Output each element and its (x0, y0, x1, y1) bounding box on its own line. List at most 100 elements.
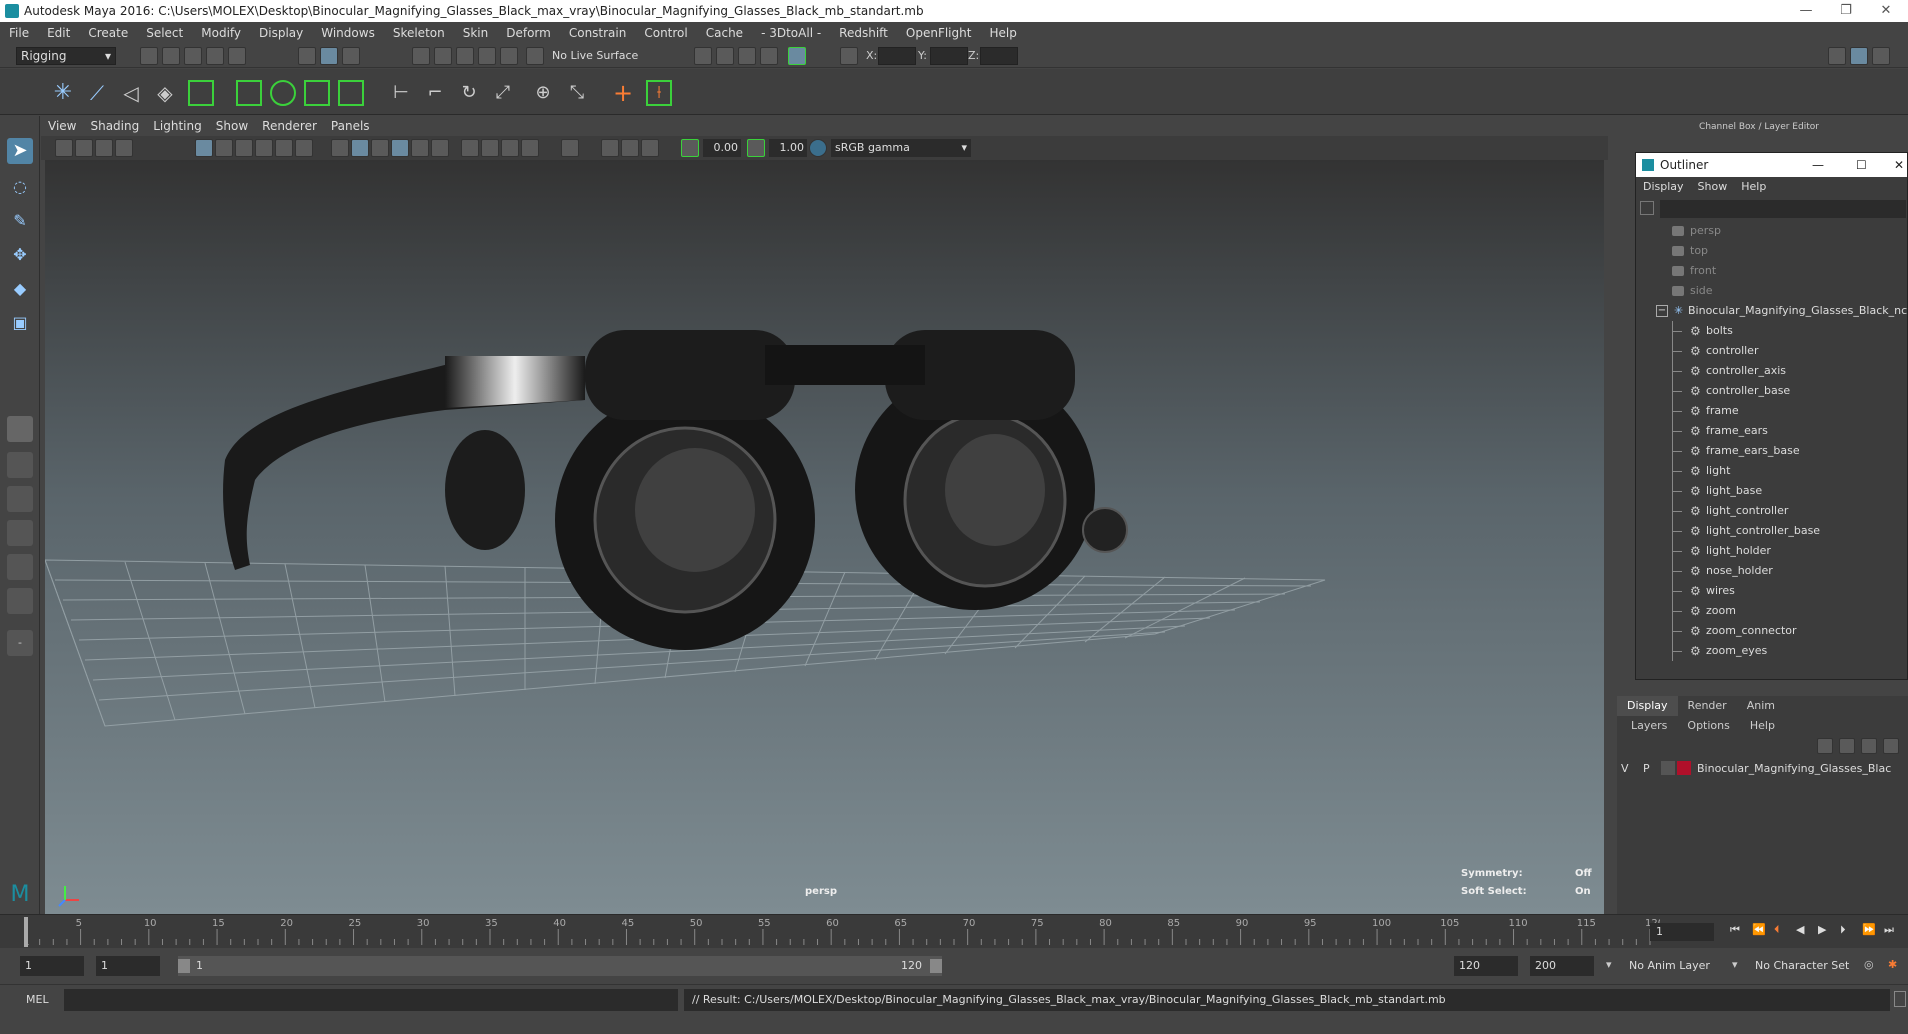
go-to-end-icon[interactable]: ⏭ (1884, 923, 1894, 937)
transform-mode-icon[interactable] (840, 47, 858, 65)
safe-action-icon[interactable] (295, 139, 313, 157)
outliner-item-zoom-connector[interactable]: ⚙ zoom_connector (1636, 621, 1907, 641)
menu-deform[interactable]: Deform (497, 22, 560, 44)
outliner-item-bolts[interactable]: ⚙ bolts (1636, 321, 1907, 341)
wire-deformer-icon[interactable] (338, 80, 364, 106)
menu-display[interactable]: Display (250, 22, 312, 44)
new-empty-layer-icon[interactable] (1861, 738, 1877, 754)
step-forward-icon[interactable]: ⏩ (1862, 923, 1876, 936)
ipr-render-icon[interactable] (738, 47, 756, 65)
outliner-item-controller[interactable]: ⚙ controller (1636, 341, 1907, 361)
outliner-item-light-controller-base[interactable]: ⚙ light_controller_base (1636, 521, 1907, 541)
use-all-lights-icon[interactable] (431, 139, 449, 157)
outliner-menu-help[interactable]: Help (1734, 177, 1773, 197)
viewport-menu-lighting[interactable]: Lighting (146, 116, 209, 136)
outliner-item-controller-axis[interactable]: ⚙ controller_axis (1636, 361, 1907, 381)
viewport-menu-shading[interactable]: Shading (83, 116, 146, 136)
pole-vector-icon[interactable]: ⤡ (564, 80, 590, 106)
outliner-menu-display[interactable]: Display (1636, 177, 1691, 197)
grid-toggle-icon[interactable] (195, 139, 213, 157)
command-input[interactable] (64, 989, 678, 1011)
outliner-item-wires[interactable]: ⚙ wires (1636, 581, 1907, 601)
outliner-camera-persp[interactable]: persp (1636, 221, 1907, 241)
command-language-toggle[interactable]: MEL (26, 993, 49, 1006)
outliner-item-frame-ears-base[interactable]: ⚙ frame_ears_base (1636, 441, 1907, 461)
layout-icon[interactable] (1828, 47, 1846, 65)
locator-icon[interactable]: + (610, 80, 636, 106)
ik-handle-icon[interactable]: ⟋ (84, 80, 110, 106)
outliner-root-group[interactable]: − ✳ Binocular_Magnifying_Glasses_Black_ncl (1636, 301, 1907, 321)
control-vertex-icon[interactable]: ⟊ (646, 80, 672, 106)
snap-grid-icon[interactable] (412, 47, 430, 65)
wireframe-on-shaded-icon[interactable] (391, 139, 409, 157)
resolution-gate-icon[interactable] (235, 139, 253, 157)
step-back-icon[interactable]: ⏪ (1752, 923, 1766, 936)
ik-spline-icon[interactable]: ◁ (118, 80, 144, 106)
layer-menu-layers[interactable]: Layers (1621, 716, 1677, 736)
range-start-handle[interactable] (178, 959, 190, 973)
play-backward-icon[interactable]: ◀ (1796, 923, 1804, 936)
gamma-icon[interactable] (747, 139, 765, 157)
menu-3dtoall[interactable]: - 3DtoAll - (752, 22, 830, 44)
layer-visibility-toggle[interactable]: V (1621, 762, 1629, 775)
render-view-icon[interactable] (760, 47, 778, 65)
lasso-tool-icon[interactable]: ◌ (7, 174, 33, 200)
scale-constraint-icon[interactable]: ⤢ (490, 80, 516, 106)
playback-start-field[interactable]: 1 (96, 956, 160, 976)
ambient-occlusion-icon[interactable] (481, 139, 499, 157)
tab-anim[interactable]: Anim (1737, 696, 1785, 716)
camera-icon[interactable] (75, 139, 93, 157)
attribute-editor-toggle-icon[interactable] (1872, 47, 1890, 65)
new-layer-selected-icon[interactable] (1883, 738, 1899, 754)
outliner-camera-front[interactable]: front (1636, 261, 1907, 281)
outliner-item-light[interactable]: ⚙ light (1636, 461, 1907, 481)
menu-redshift[interactable]: Redshift (830, 22, 897, 44)
redo-icon[interactable] (228, 47, 246, 65)
custom-layout-icon[interactable]: - (7, 630, 33, 656)
current-time-marker[interactable] (24, 917, 28, 947)
outliner-item-controller-base[interactable]: ⚙ controller_base (1636, 381, 1907, 401)
3d-viewport[interactable]: persp Symmetry: Off Soft Select: On (45, 160, 1604, 914)
outliner-item-frame[interactable]: ⚙ frame (1636, 401, 1907, 421)
colorspace-dropdown[interactable]: sRGB gamma ▾ (831, 139, 971, 157)
channel-box-toggle-icon[interactable] (1850, 47, 1868, 65)
camera-attributes-icon[interactable] (55, 139, 73, 157)
auto-key-icon[interactable]: ◎ (1864, 958, 1874, 971)
script-editor-icon[interactable] (1894, 991, 1906, 1007)
outliner-search-input[interactable] (1660, 200, 1906, 218)
layer-playback-toggle[interactable]: P (1643, 762, 1650, 775)
textured-icon[interactable] (411, 139, 429, 157)
uv-layout-icon[interactable] (7, 588, 33, 614)
render-settings-icon[interactable] (694, 47, 712, 65)
menu-select[interactable]: Select (137, 22, 192, 44)
maximize-icon[interactable]: ☐ (1856, 153, 1867, 177)
viewport-menu-panels[interactable]: Panels (324, 116, 377, 136)
snap-surface-icon[interactable] (500, 47, 518, 65)
shadows-icon[interactable] (461, 139, 479, 157)
range-slider-bar[interactable]: 1 120 (178, 956, 942, 976)
time-slider[interactable]: 1510152025303540455055606570758085909510… (0, 914, 1908, 948)
smooth-shade-icon[interactable] (351, 139, 369, 157)
character-set-dropdown[interactable]: No Character Set (1750, 956, 1860, 976)
viewport-menu-view[interactable]: View (41, 116, 83, 136)
layer-color-swatch[interactable] (1677, 761, 1691, 775)
backface-culling-icon[interactable] (641, 139, 659, 157)
current-frame-field[interactable]: 1 (1650, 923, 1714, 941)
menu-skin[interactable]: Skin (454, 22, 498, 44)
step-forward-key-icon[interactable]: ⏵ (1840, 923, 1846, 937)
persp-outliner-layout-icon[interactable] (7, 486, 33, 512)
aim-constraint-icon[interactable]: ⌐ (422, 80, 448, 106)
cluster-icon[interactable] (270, 80, 296, 106)
hypershade-layout-icon[interactable] (7, 554, 33, 580)
outliner-item-zoom-eyes[interactable]: ⚙ zoom_eyes (1636, 641, 1907, 661)
animation-prefs-icon[interactable]: ✱ (1888, 958, 1897, 971)
field-chart-icon[interactable] (275, 139, 293, 157)
animation-start-field[interactable]: 1 (20, 956, 84, 976)
anti-aliasing-icon[interactable] (521, 139, 539, 157)
restore-icon[interactable]: ❐ (1828, 0, 1864, 22)
anim-layer-dropdown[interactable]: No Anim Layer (1624, 956, 1734, 976)
outliner-item-zoom[interactable]: ⚙ zoom (1636, 601, 1907, 621)
select-component-icon[interactable] (342, 47, 360, 65)
select-object-icon[interactable] (320, 47, 338, 65)
isolate-select-icon[interactable] (561, 139, 579, 157)
